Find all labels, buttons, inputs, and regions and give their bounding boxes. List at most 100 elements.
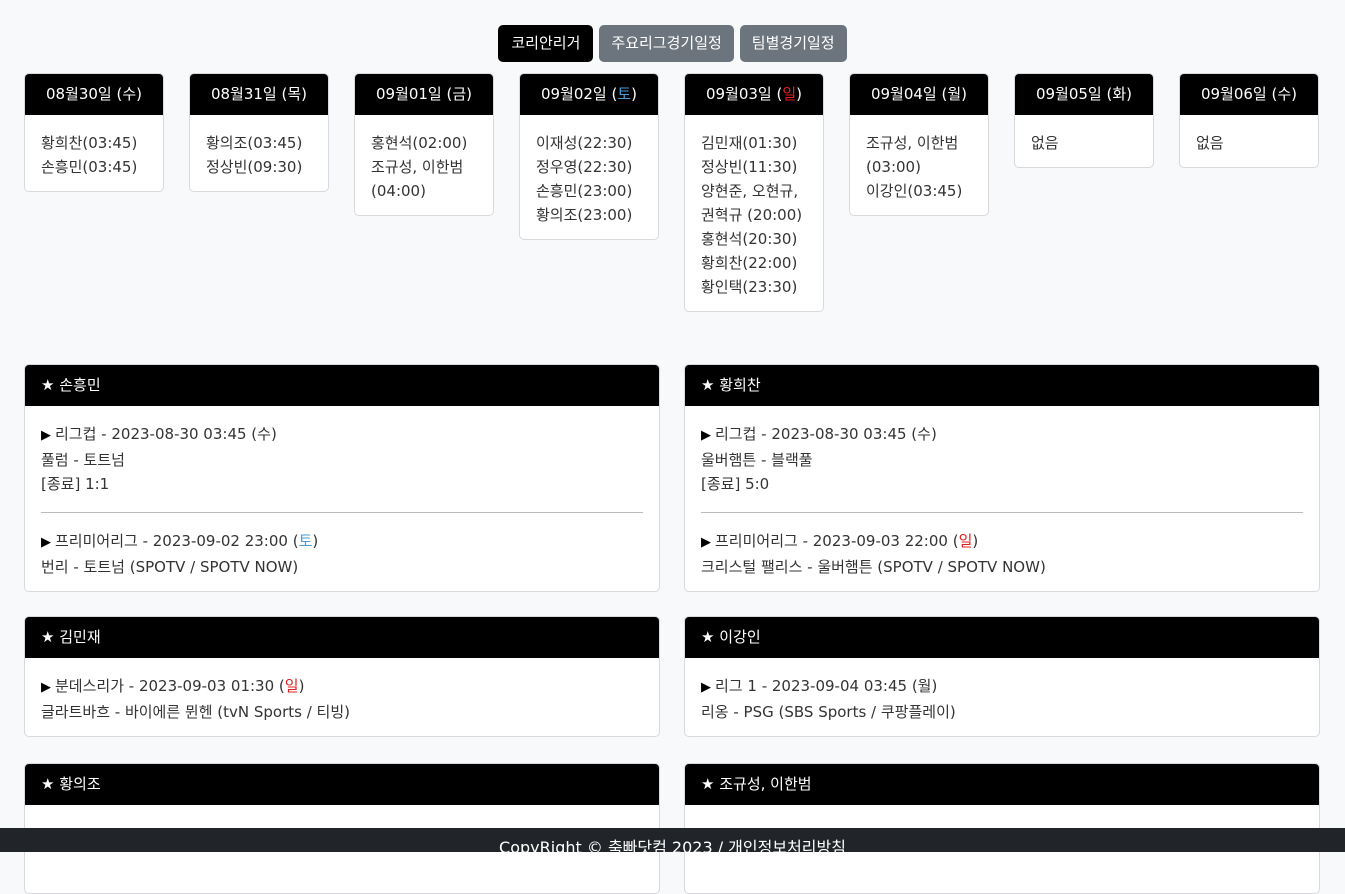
player-card: ★ 김민재 ▶ 분데스리가 - 2023-09-03 01:30 (일) 글라트바흐 …: [24, 616, 660, 737]
player-card-body: ▶ 분데스리가 - 2023-09-03 01:30 (일) 글라트바흐 - 바이에…: [25, 658, 659, 736]
weekday-label: 월: [917, 677, 932, 695]
game-result: [종료] 1:1: [41, 475, 110, 493]
tab-major-league-schedule[interactable]: 주요리그경기일정: [599, 25, 734, 62]
day-entry[interactable]: 김민재(01:30): [701, 131, 807, 155]
weekday-label: 월: [947, 85, 962, 103]
day-entry[interactable]: 손흥민(23:00): [536, 179, 642, 203]
player-name[interactable]: 조규성, 이한범: [719, 775, 811, 793]
game-entry: ▶ 리그컵 - 2023-08-30 03:45 (수) 풀럼 - 토트넘 [종료] …: [41, 422, 643, 496]
footer-copyright: CopyRight © 축빠닷컴 2023 / 개인정보처리방침: [499, 838, 846, 852]
player-card-header: ★ 손흥민: [25, 365, 659, 406]
player-card-header: ★ 이강인: [685, 617, 1319, 658]
tab-bar: 코리안리거 주요리그경기일정 팀별경기일정: [0, 25, 1345, 62]
game-league[interactable]: 프리미어리그: [715, 532, 798, 550]
star-icon: ★: [701, 628, 720, 646]
play-triangle-icon: ▶: [701, 535, 711, 550]
game-match: 풀럼 - 토트넘: [41, 451, 125, 469]
day-date: 09월04일: [870, 85, 937, 103]
weekday-label: 일: [284, 677, 299, 695]
day-entry[interactable]: 황의조(03:45): [206, 131, 312, 155]
day-entry[interactable]: 조규성, 이한범 (03:00): [866, 131, 972, 179]
player-card-header: ★ 조규성, 이한범: [685, 764, 1319, 805]
player-name[interactable]: 손흥민: [59, 376, 100, 394]
day-entry[interactable]: 정상빈(09:30): [206, 155, 312, 179]
day-date: 09월02일: [540, 85, 607, 103]
game-header-line: ▶ 분데스리가 - 2023-09-03 01:30 (일): [41, 677, 305, 695]
day-card-body: 황의조(03:45) 정상빈(09:30): [190, 115, 328, 191]
game-match: 울버햄튼 - 블랙풀: [701, 451, 813, 469]
star-icon: ★: [701, 775, 720, 793]
day-card-header: 09월02일 (토): [520, 74, 658, 115]
day-card-header: 09월01일 (금): [355, 74, 493, 115]
weekday-label: 수: [257, 425, 271, 443]
game-header-line: ▶ 프리미어리그 - 2023-09-03 22:00 (일): [701, 532, 979, 550]
day-entry[interactable]: 정우영(22:30): [536, 155, 642, 179]
day-card-header: 09월04일 (월): [850, 74, 988, 115]
weekday-label: 일: [958, 532, 973, 550]
play-triangle-icon: ▶: [41, 680, 51, 695]
weekday-label: 목: [287, 85, 302, 103]
player-card: ★ 황희찬 ▶ 리그컵 - 2023-08-30 03:45 (수) 울버햄튼 - 블…: [684, 364, 1320, 592]
star-icon: ★: [41, 628, 60, 646]
day-date: 08월30일: [45, 85, 112, 103]
game-datetime: 2023-09-02 23:00: [152, 532, 288, 550]
day-card-body: 황희찬(03:45) 손흥민(03:45): [25, 115, 163, 191]
player-name[interactable]: 황의조: [59, 775, 100, 793]
day-entry[interactable]: 이재성(22:30): [536, 131, 642, 155]
day-card-body: 김민재(01:30) 정상빈(11:30) 양현준, 오현규, 권혁규 (20:00…: [685, 115, 823, 311]
tab-korean-leaguer[interactable]: 코리안리거: [498, 25, 594, 62]
day-card-body: 없음: [1180, 115, 1318, 167]
day-entry[interactable]: 홍현석(02:00): [371, 131, 477, 155]
play-triangle-icon: ▶: [701, 680, 711, 695]
play-triangle-icon: ▶: [701, 428, 711, 443]
game-entry: ▶ 프리미어리그 - 2023-09-03 22:00 (일) 크리스털 팰리스 -…: [701, 529, 1303, 579]
day-entry[interactable]: 양현준, 오현규, 권혁규 (20:00): [701, 179, 807, 227]
day-entry[interactable]: 정상빈(11:30): [701, 155, 807, 179]
day-entry[interactable]: 황의조(23:00): [536, 203, 642, 227]
game-datetime: 2023-09-04 03:45: [771, 677, 908, 695]
day-card-body: 조규성, 이한범 (03:00) 이강인(03:45): [850, 115, 988, 215]
game-league[interactable]: 프리미어리그: [55, 532, 138, 550]
game-header-line: ▶ 리그컵 - 2023-08-30 03:45 (수): [701, 425, 937, 443]
day-date: 09월06일: [1200, 85, 1267, 103]
weekday-label: 수: [1277, 85, 1292, 103]
day-entry[interactable]: 이강인(03:45): [866, 179, 972, 203]
player-name[interactable]: 황희찬: [719, 376, 760, 394]
day-entry[interactable]: 황인택(23:30): [701, 275, 807, 299]
player-name[interactable]: 김민재: [59, 628, 100, 646]
game-entry: ▶ 분데스리가 - 2023-09-03 01:30 (일) 글라트바흐 - 바이에…: [41, 674, 643, 724]
game-match: 크리스털 팰리스 - 울버햄튼 (SPOTV / SPOTV NOW): [701, 558, 1046, 576]
weekday-label: 화: [1112, 85, 1127, 103]
day-card-header: 09월05일 (화): [1015, 74, 1153, 115]
day-card: 09월03일 (일) 김민재(01:30) 정상빈(11:30) 양현준, 오현규, …: [684, 73, 824, 312]
game-match: 리옹 - PSG (SBS Sports / 쿠팡플레이): [701, 703, 956, 721]
game-league[interactable]: 리그컵: [715, 425, 756, 443]
day-card-header: 09월03일 (일): [685, 74, 823, 115]
tab-team-schedule[interactable]: 팀별경기일정: [739, 25, 847, 62]
day-entry[interactable]: 황희찬(22:00): [701, 251, 807, 275]
player-card-header: ★ 황희찬: [685, 365, 1319, 406]
day-entry[interactable]: 조규성, 이한범 (04:00): [371, 155, 477, 203]
day-card: 09월02일 (토) 이재성(22:30) 정우영(22:30) 손흥민(23:00)…: [519, 73, 659, 240]
weekday-label: 토: [617, 85, 632, 103]
day-entry[interactable]: 황희찬(03:45): [41, 131, 147, 155]
game-league[interactable]: 리그컵: [55, 425, 96, 443]
day-card-header: 08월30일 (수): [25, 74, 163, 115]
player-card-header: ★ 김민재: [25, 617, 659, 658]
game-league[interactable]: 리그 1: [715, 677, 757, 695]
game-header-line: ▶ 리그 1 - 2023-09-04 03:45 (월): [701, 677, 938, 695]
day-entry[interactable]: 없음: [1031, 131, 1137, 155]
star-icon: ★: [41, 376, 60, 394]
day-date: 09월05일: [1035, 85, 1102, 103]
game-entry: ▶ 프리미어리그 - 2023-09-02 23:00 (토) 번리 - 토트넘 (…: [41, 529, 643, 579]
day-entry[interactable]: 없음: [1196, 131, 1302, 155]
game-league[interactable]: 분데스리가: [55, 677, 124, 695]
day-card: 09월01일 (금) 홍현석(02:00) 조규성, 이한범 (04:00): [354, 73, 494, 216]
daily-schedule-row: 08월30일 (수) 황희찬(03:45) 손흥민(03:45) 08월31일 (목)…: [24, 73, 1320, 343]
day-entry[interactable]: 홍현석(20:30): [701, 227, 807, 251]
weekday-label: 일: [782, 85, 797, 103]
day-card-body: 이재성(22:30) 정우영(22:30) 손흥민(23:00) 황의조(23:00): [520, 115, 658, 239]
player-name[interactable]: 이강인: [719, 628, 760, 646]
day-card-body: 없음: [1015, 115, 1153, 167]
day-entry[interactable]: 손흥민(03:45): [41, 155, 147, 179]
